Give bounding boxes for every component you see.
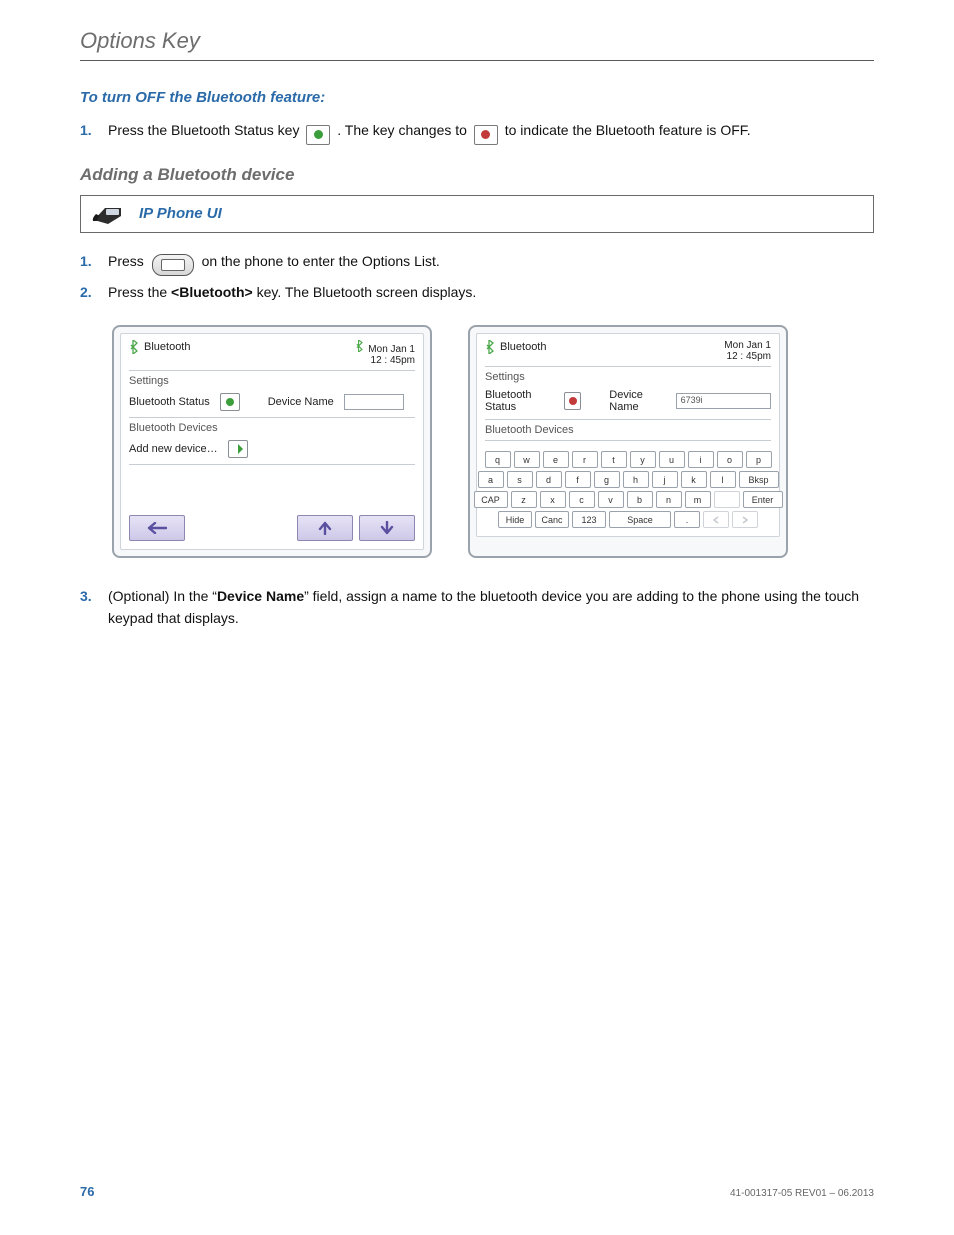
device-name-label: Device Name	[609, 389, 665, 413]
step-text: to indicate the Bluetooth feature is OFF…	[505, 122, 751, 138]
settings-label: Settings	[129, 375, 415, 387]
key-r[interactable]: r	[572, 451, 598, 468]
key-u[interactable]: u	[659, 451, 685, 468]
step-text: Press the	[108, 284, 171, 300]
device-name-field[interactable]: 6739i	[676, 393, 771, 409]
device-name-bold: Device Name	[217, 588, 304, 604]
bluetooth-key-label: <Bluetooth>	[171, 284, 253, 300]
on-screen-keyboard: qwertyuiop asdfghjklBksp CAPzxcvbnmEnter…	[485, 451, 771, 528]
doc-id: 41-001317-05 REV01 – 06.2013	[730, 1188, 874, 1199]
phone-screenshot-b: Bluetooth Mon Jan 1 12 : 45pm Settings B…	[468, 325, 788, 558]
step-text: key. The Bluetooth screen displays.	[253, 284, 477, 300]
step-text: Press the Bluetooth Status key	[108, 122, 303, 138]
key-x[interactable]: x	[540, 491, 566, 508]
key-b[interactable]: b	[627, 491, 653, 508]
phone-icon	[91, 202, 125, 226]
step-text: (Optional) In the “	[108, 588, 217, 604]
screen-time: 12 : 45pm	[727, 351, 771, 362]
bluetooth-icon	[129, 340, 138, 354]
options-hard-key-icon	[152, 254, 194, 276]
screen-date: Mon Jan 1	[724, 340, 771, 351]
key-enter[interactable]: Enter	[743, 491, 783, 508]
step-3-add: (Optional) In the “Device Name” field, a…	[108, 586, 874, 629]
page-number: 76	[80, 1184, 94, 1199]
bluetooth-off-icon	[474, 125, 498, 145]
key-cancel[interactable]: Canc	[535, 511, 569, 528]
bt-status-toggle[interactable]	[564, 392, 581, 410]
key-blank	[714, 491, 740, 508]
key-k[interactable]: k	[681, 471, 707, 488]
key-y[interactable]: y	[630, 451, 656, 468]
phone-screenshot-a: Bluetooth Mon Jan 1 12 : 45pm Settings B…	[112, 325, 432, 558]
key-t[interactable]: t	[601, 451, 627, 468]
softkey-blank	[213, 515, 269, 541]
key-d[interactable]: d	[536, 471, 562, 488]
key-l[interactable]: l	[710, 471, 736, 488]
add-device-button[interactable]	[228, 440, 248, 458]
key-v[interactable]: v	[598, 491, 624, 508]
step-1-off: Press the Bluetooth Status key . The key…	[108, 120, 874, 145]
step-text: on the phone to enter the Options List.	[202, 253, 440, 269]
softkey-down[interactable]	[359, 515, 415, 541]
bluetooth-icon	[485, 340, 494, 354]
settings-label: Settings	[485, 371, 771, 383]
screen-time: 12 : 45pm	[371, 355, 415, 366]
device-name-label: Device Name	[268, 396, 334, 408]
step-2-add: Press the <Bluetooth> key. The Bluetooth…	[108, 282, 874, 304]
key-hide[interactable]: Hide	[498, 511, 532, 528]
key-a[interactable]: a	[478, 471, 504, 488]
ip-phone-ui-callout: IP Phone UI	[80, 195, 874, 233]
device-name-field[interactable]	[344, 394, 404, 410]
page-title: Options Key	[80, 28, 874, 54]
turn-off-heading: To turn OFF the Bluetooth feature:	[80, 89, 874, 106]
key-n[interactable]: n	[656, 491, 682, 508]
key-arrow-left[interactable]	[703, 511, 729, 528]
bt-devices-label: Bluetooth Devices	[129, 422, 415, 434]
bt-devices-label: Bluetooth Devices	[485, 424, 771, 436]
key-s[interactable]: s	[507, 471, 533, 488]
key-w[interactable]: w	[514, 451, 540, 468]
key-q[interactable]: q	[485, 451, 511, 468]
screen-title: Bluetooth	[500, 341, 546, 353]
key-i[interactable]: i	[688, 451, 714, 468]
adding-device-heading: Adding a Bluetooth device	[80, 165, 874, 185]
header-rule	[80, 60, 874, 61]
step-number: 1.	[80, 120, 98, 145]
step-text: . The key changes to	[337, 122, 471, 138]
step-number: 2.	[80, 282, 98, 304]
softkey-up[interactable]	[297, 515, 353, 541]
key-z[interactable]: z	[511, 491, 537, 508]
key-space[interactable]: Space	[609, 511, 671, 528]
key-g[interactable]: g	[594, 471, 620, 488]
key-m[interactable]: m	[685, 491, 711, 508]
key-h[interactable]: h	[623, 471, 649, 488]
bt-status-toggle[interactable]	[220, 393, 240, 411]
key-j[interactable]: j	[652, 471, 678, 488]
key-cap[interactable]: CAP	[474, 491, 508, 508]
step-number: 1.	[80, 251, 98, 276]
bt-status-label: Bluetooth Status	[129, 396, 210, 408]
key-f[interactable]: f	[565, 471, 591, 488]
bluetooth-on-icon	[306, 125, 330, 145]
screen-date: Mon Jan 1	[368, 344, 415, 355]
key-arrow-right[interactable]	[732, 511, 758, 528]
step-text: Press	[108, 253, 148, 269]
bt-status-label: Bluetooth Status	[485, 389, 554, 413]
add-new-device-label: Add new device…	[129, 443, 218, 455]
key-dot[interactable]: .	[674, 511, 700, 528]
key-p[interactable]: p	[746, 451, 772, 468]
step-number: 3.	[80, 586, 98, 629]
step-1-add: Press on the phone to enter the Options …	[108, 251, 874, 276]
key-e[interactable]: e	[543, 451, 569, 468]
key-c[interactable]: c	[569, 491, 595, 508]
key-o[interactable]: o	[717, 451, 743, 468]
screen-title: Bluetooth	[144, 341, 190, 353]
softkey-back[interactable]	[129, 515, 185, 541]
key-backspace[interactable]: Bksp	[739, 471, 779, 488]
key-123[interactable]: 123	[572, 511, 606, 528]
callout-label: IP Phone UI	[139, 205, 222, 222]
bluetooth-icon	[355, 340, 364, 354]
